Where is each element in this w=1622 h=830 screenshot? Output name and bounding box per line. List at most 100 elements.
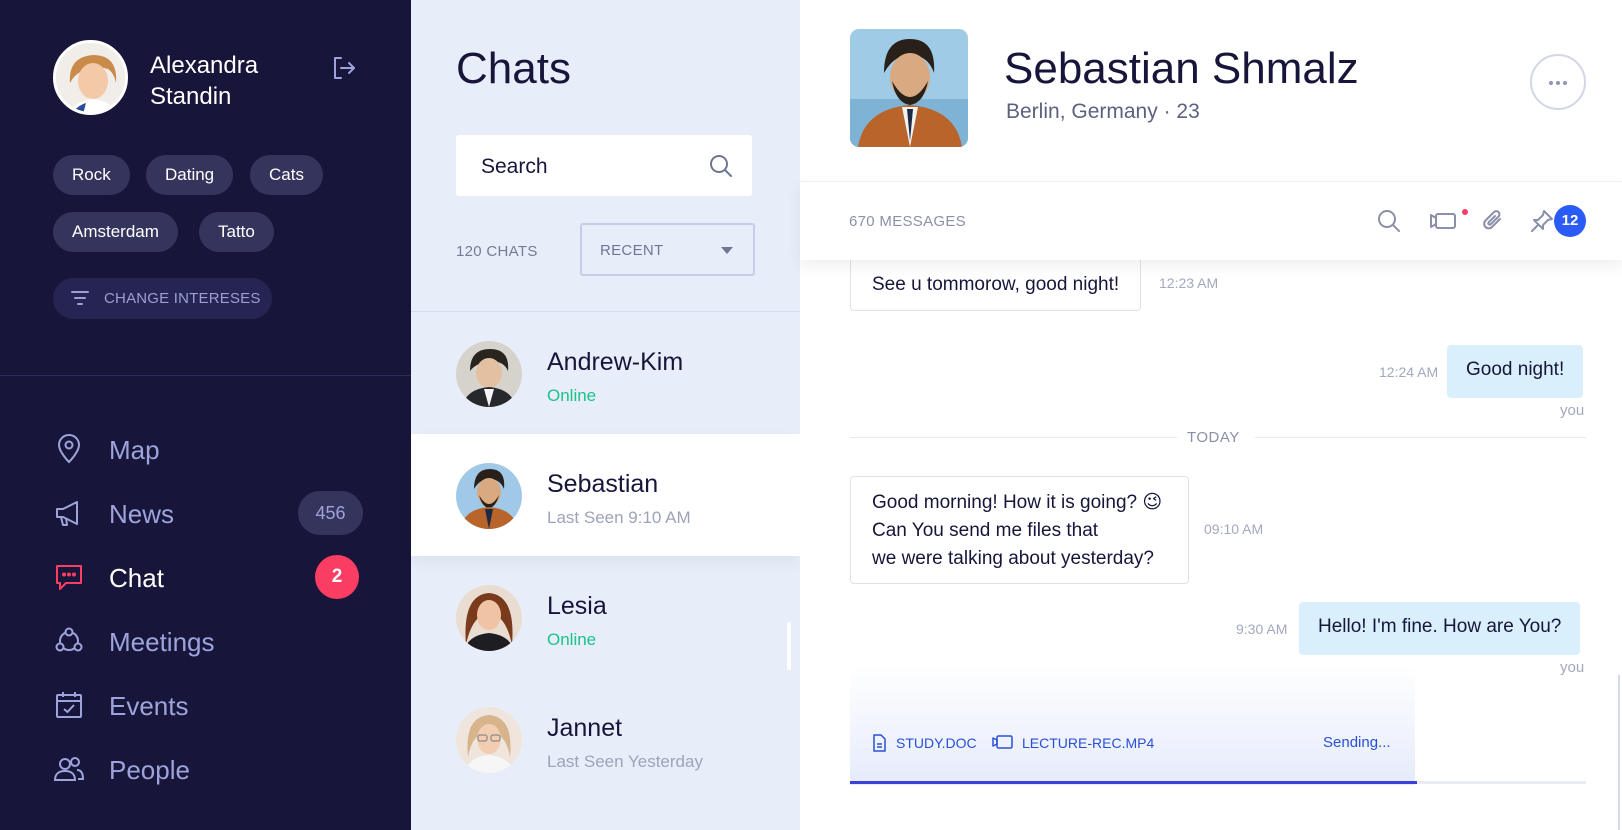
interest-tag[interactable]: Cats — [250, 155, 323, 195]
upload-progress-bar — [850, 781, 1417, 784]
chats-title: Chats — [456, 44, 571, 93]
avatar — [456, 707, 522, 773]
chat-name: Jannet — [547, 714, 623, 742]
sidebar-divider — [0, 375, 411, 376]
message-sender: you — [1560, 402, 1585, 419]
sort-select[interactable]: RECENT — [580, 223, 755, 276]
chat-list-scrollbar[interactable] — [787, 622, 791, 670]
conversation-toolbar: 670 MESSAGES 12 — [800, 181, 1622, 260]
message-time: 12:23 AM — [1159, 275, 1219, 291]
contact-age: 23 — [1176, 100, 1200, 123]
nav-label: Chat — [109, 563, 164, 593]
chat-list-item[interactable]: Jannet Last Seen Yesterday — [411, 678, 800, 800]
interest-tag[interactable]: Tatto — [199, 212, 274, 252]
conversation-header: Sebastian Shmalz Berlin, Germany · 23 — [800, 0, 1622, 181]
contact-meta: Berlin, Germany · 23 — [1006, 100, 1200, 124]
logout-icon — [334, 57, 355, 79]
more-dot — [1549, 81, 1553, 85]
sidebar: Alexandra Standin Rock Dating Cats Amste… — [0, 0, 411, 830]
message-bubble-outgoing: Hello! I'm fine. How are You? — [1299, 602, 1581, 655]
nav-item-map[interactable]: Map — [53, 424, 363, 474]
meetings-icon — [55, 627, 83, 652]
day-separator-line — [1255, 437, 1586, 438]
chat-name: Andrew-Kim — [547, 348, 684, 376]
message-bubble-incoming: See u tommorow, good night! — [850, 256, 1142, 311]
video-notification-dot — [1462, 209, 1468, 215]
profile-name: Alexandra Standin — [150, 52, 259, 110]
nav-item-chat[interactable]: Chat 2 — [53, 552, 363, 602]
interest-tag[interactable]: Amsterdam — [53, 212, 178, 252]
map-pin-icon — [57, 434, 81, 464]
sort-select-value: RECENT — [600, 242, 664, 259]
chat-name: Lesia — [547, 592, 607, 620]
contact-avatar[interactable] — [850, 29, 968, 147]
chat-unread-badge: 2 — [315, 555, 359, 599]
logout-button[interactable] — [328, 52, 360, 84]
nav-label: People — [109, 755, 190, 785]
chat-name: Sebastian — [547, 470, 659, 498]
chat-list-item-active[interactable]: Sebastian Last Seen 9:10 AM — [411, 434, 800, 556]
conversation-scrollbar[interactable] — [1618, 675, 1620, 830]
more-options-button[interactable] — [1530, 54, 1586, 110]
chevron-down-icon — [721, 247, 733, 254]
nav-label: News — [109, 499, 175, 529]
nav-item-people[interactable]: People — [53, 744, 363, 794]
megaphone-icon — [56, 501, 78, 526]
chat-list-panel: Chats Search 120 CHATS RECENT Andrew-Kim… — [411, 0, 800, 830]
message-time: 12:24 AM — [1379, 364, 1439, 380]
file-name: LECTURE-REC.MP4 — [1022, 735, 1155, 751]
nav-label: Events — [109, 691, 189, 721]
nav-item-meetings[interactable]: Meetings — [53, 616, 363, 666]
document-icon — [873, 734, 886, 752]
messages-count: 670 MESSAGES — [849, 213, 966, 230]
interest-tag[interactable]: Dating — [146, 155, 234, 195]
avatar — [456, 341, 522, 407]
interest-tag[interactable]: Rock — [53, 155, 130, 195]
message-time: 9:30 AM — [1236, 621, 1288, 637]
change-interests-label: CHANGE INTERESES — [104, 290, 261, 307]
video-icon[interactable] — [1428, 208, 1458, 234]
file-chip[interactable]: STUDY.DOC — [872, 733, 977, 753]
more-dot — [1563, 81, 1567, 85]
message-bubble-incoming: Good morning! How it is going? 😉 Can You… — [850, 476, 1189, 584]
chat-status: Online — [547, 386, 597, 405]
chat-status: Last Seen 9:10 AM — [547, 508, 691, 527]
people-icon — [53, 757, 85, 781]
pin-icon[interactable] — [1529, 208, 1555, 234]
search-icon[interactable] — [1376, 208, 1402, 234]
file-name: STUDY.DOC — [896, 735, 977, 751]
more-dot — [1556, 81, 1560, 85]
avatar — [456, 585, 522, 651]
calendar-icon — [56, 692, 82, 718]
paperclip-icon[interactable] — [1480, 208, 1506, 234]
contact-location: Berlin, Germany — [1006, 100, 1158, 123]
chat-status: Last Seen Yesterday — [547, 752, 703, 771]
nav-label: Meetings — [109, 627, 215, 657]
news-count: 456 — [298, 491, 363, 535]
contact-name: Sebastian Shmalz — [1004, 44, 1359, 93]
day-separator-label: TODAY — [1187, 429, 1240, 446]
chat-list-item[interactable]: Andrew-Kim Online — [411, 312, 800, 434]
conversation-panel: Sebastian Shmalz Berlin, Germany · 23 67… — [800, 0, 1622, 830]
chat-list-item[interactable]: Lesia Online — [411, 556, 800, 678]
meta-separator: · — [1163, 100, 1177, 123]
pinned-count-badge: 12 — [1554, 205, 1586, 237]
search-icon[interactable] — [708, 153, 734, 179]
chat-status: Online — [547, 630, 597, 649]
message-line: Good morning! How it is going? 😉 — [872, 492, 1163, 513]
nav-item-events[interactable]: Events — [53, 680, 363, 730]
message-bubble-outgoing: Good night! — [1447, 345, 1584, 398]
file-chip[interactable]: LECTURE-REC.MP4 — [992, 733, 1154, 753]
filter-icon — [71, 291, 89, 305]
search-input[interactable]: Search — [456, 135, 752, 196]
search-input-text: Search — [481, 155, 548, 178]
file-upload-area — [850, 666, 1415, 785]
profile-avatar[interactable] — [53, 40, 128, 115]
message-sender: you — [1560, 659, 1585, 676]
chat-bubble-icon — [56, 565, 82, 590]
message-time: 09:10 AM — [1204, 521, 1264, 537]
nav-item-news[interactable]: News 456 — [53, 488, 363, 538]
day-separator-line — [850, 437, 1177, 438]
change-interests-button[interactable]: CHANGE INTERESES — [53, 278, 272, 319]
nav-label: Map — [109, 435, 160, 465]
